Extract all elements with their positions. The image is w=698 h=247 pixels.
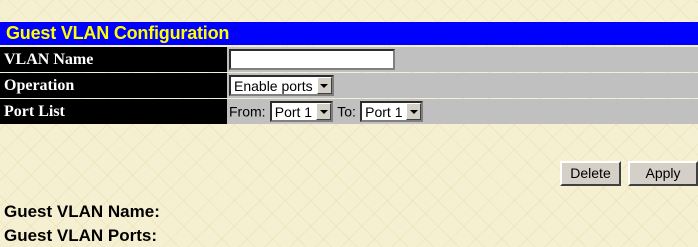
operation-row: Operation Enable ports <box>0 73 698 98</box>
from-port-select[interactable]: Port 1 <box>269 101 334 122</box>
vlan-name-row: VLAN Name <box>0 47 698 72</box>
guest-vlan-name-label: Guest VLAN Name: <box>4 202 160 221</box>
chevron-down-icon[interactable] <box>316 77 332 94</box>
page-title: Guest VLAN Configuration <box>0 22 698 45</box>
vlan-name-label: VLAN Name <box>0 47 227 72</box>
from-port-selected-value: Port 1 <box>274 103 313 120</box>
vlan-name-input[interactable] <box>229 49 395 70</box>
chevron-down-icon[interactable] <box>406 103 422 120</box>
operation-select[interactable]: Enable ports <box>229 75 334 96</box>
port-list-label: Port List <box>0 99 227 124</box>
to-port-select[interactable]: Port 1 <box>360 101 424 122</box>
guest-vlan-ports-label: Guest VLAN Ports: <box>4 226 158 245</box>
to-label: To: <box>337 103 356 120</box>
guest-vlan-config-form: VLAN Name Operation Enable ports Port Li… <box>0 46 698 125</box>
operation-label: Operation <box>0 73 227 98</box>
to-port-selected-value: Port 1 <box>365 103 403 120</box>
from-label: From: <box>229 103 266 120</box>
operation-selected-value: Enable ports <box>234 77 313 94</box>
port-list-row: Port List From: Port 1 To: Port 1 <box>0 99 698 124</box>
delete-button[interactable]: Delete <box>560 161 621 186</box>
apply-button[interactable]: Apply <box>628 161 698 186</box>
chevron-down-icon[interactable] <box>316 103 332 120</box>
